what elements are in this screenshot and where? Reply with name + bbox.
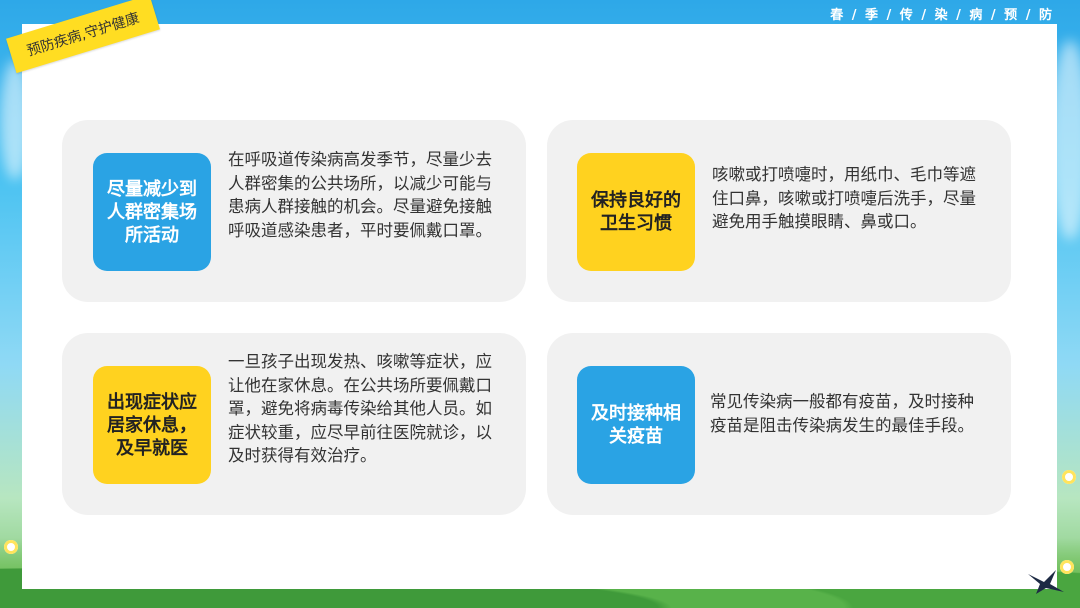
tip-tag: 保持良好的卫生习惯 (577, 153, 695, 271)
tip-tag: 及时接种相关疫苗 (577, 366, 695, 484)
tip-description: 在呼吸道传染病高发季节，尽量少去人群密集的公共场所，以减少可能与患病人群接触的机… (228, 150, 492, 240)
tip-description: 一旦孩子出现发热、咳嗽等症状，应让他在家休息。在公共场所要佩戴口罩，避免将病毒传… (228, 352, 492, 465)
tip-description: 常见传染病一般都有疫苗，及时接种疫苗是阻击传染病发生的最佳手段。 (710, 392, 974, 435)
swallow-icon (1028, 570, 1064, 594)
flower-decoration (4, 540, 18, 554)
tip-card-vaccine: 及时接种相关疫苗 常见传染病一般都有疫苗，及时接种疫苗是阻击传染病发生的最佳手段… (547, 333, 1011, 515)
tip-card-symptoms: 出现症状应居家休息，及早就医 一旦孩子出现发热、咳嗽等症状，应让他在家休息。在公… (62, 333, 526, 515)
tip-card-crowds: 尽量减少到人群密集场所活动 在呼吸道传染病高发季节，尽量少去人群密集的公共场所，… (62, 120, 526, 302)
tip-tag: 尽量减少到人群密集场所活动 (93, 153, 211, 271)
slide-title: 春 / 季 / 传 / 染 / 病 / 预 / 防 (830, 8, 1054, 23)
content-panel: 尽量减少到人群密集场所活动 在呼吸道传染病高发季节，尽量少去人群密集的公共场所，… (22, 24, 1057, 589)
flower-decoration (1062, 470, 1076, 484)
tip-tag: 出现症状应居家休息，及早就医 (93, 366, 211, 484)
tip-description: 咳嗽或打喷嚏时，用纸巾、毛巾等遮住口鼻，咳嗽或打喷嚏后洗手，尽量避免用手触摸眼睛… (712, 165, 976, 231)
tip-card-hygiene: 保持良好的卫生习惯 咳嗽或打喷嚏时，用纸巾、毛巾等遮住口鼻，咳嗽或打喷嚏后洗手，… (547, 120, 1011, 302)
